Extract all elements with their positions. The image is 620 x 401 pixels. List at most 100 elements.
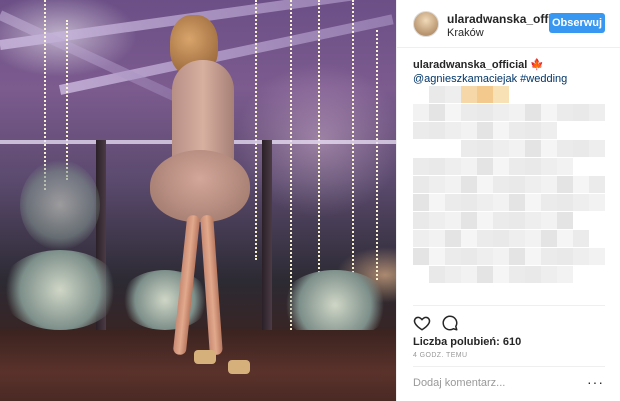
- woman-shoe: [194, 350, 216, 364]
- pixel-block: [477, 230, 493, 247]
- pixel-block: [509, 158, 525, 175]
- pixelated-comments: [413, 86, 605, 284]
- follow-button[interactable]: Obserwuj: [549, 13, 605, 33]
- pixel-block: [493, 104, 509, 121]
- pixel-block: [493, 176, 509, 193]
- pixel-block: [493, 140, 509, 157]
- pixel-block: [493, 86, 509, 103]
- string-lights: [376, 30, 380, 280]
- pixel-block: [525, 158, 541, 175]
- wooden-floor: [0, 330, 396, 401]
- pixel-block: [429, 122, 445, 139]
- heart-outline-icon[interactable]: [413, 314, 431, 332]
- string-lights: [255, 0, 259, 260]
- pixel-block: [493, 266, 509, 283]
- pixel-block: [541, 194, 557, 211]
- pixel-block: [557, 158, 573, 175]
- pixel-block: [429, 212, 445, 229]
- pixel-block: [573, 230, 589, 247]
- pixel-block: [525, 194, 541, 211]
- likes-count[interactable]: Liczba polubień: 610: [413, 336, 521, 348]
- pixel-block: [477, 140, 493, 157]
- pixel-block: [573, 176, 589, 193]
- pixel-block: [461, 86, 477, 103]
- pixel-block: [413, 194, 429, 211]
- pixel-block: [509, 266, 525, 283]
- divider: [413, 305, 605, 306]
- pixel-block: [413, 104, 429, 121]
- pixel-block: [461, 176, 477, 193]
- pixel-block: [573, 194, 589, 211]
- pixel-block: [557, 212, 573, 229]
- pixel-block: [413, 158, 429, 175]
- pixel-block: [525, 266, 541, 283]
- caption-hashtag[interactable]: #wedding: [520, 73, 567, 85]
- ellipsis-icon[interactable]: ···: [587, 375, 604, 389]
- post-photo[interactable]: [0, 0, 396, 401]
- pixel-block: [541, 212, 557, 229]
- pixel-block: [477, 266, 493, 283]
- pixel-block: [525, 212, 541, 229]
- pixel-block: [509, 230, 525, 247]
- pixel-block: [493, 230, 509, 247]
- caption-username[interactable]: ularadwanska_official: [413, 59, 527, 71]
- pixel-block: [429, 176, 445, 193]
- pixel-block: [413, 122, 429, 139]
- pixel-block: [589, 194, 605, 211]
- pixel-block: [557, 140, 573, 157]
- pixel-block: [557, 266, 573, 283]
- pixel-block: [413, 230, 429, 247]
- caption-emoji: 🍁: [530, 59, 545, 71]
- pixel-block: [557, 176, 573, 193]
- pixel-block: [493, 122, 509, 139]
- pixel-block: [461, 266, 477, 283]
- post-header: ularadwanska_offic Kraków Obserwuj: [397, 0, 620, 48]
- pixel-block: [541, 104, 557, 121]
- pixel-block: [445, 86, 461, 103]
- flower-arrangement: [120, 270, 210, 330]
- pixel-block: [525, 230, 541, 247]
- pixel-block: [493, 158, 509, 175]
- pixel-block: [525, 140, 541, 157]
- pixel-block: [509, 194, 525, 211]
- post-location[interactable]: Kraków: [447, 27, 484, 39]
- pixel-block: [445, 122, 461, 139]
- post-actions: [413, 314, 459, 332]
- pixel-block: [525, 176, 541, 193]
- pixel-block: [461, 158, 477, 175]
- pixel-block: [557, 230, 573, 247]
- pixel-block: [413, 248, 429, 265]
- greenery: [20, 160, 100, 250]
- comment-input[interactable]: Dodaj komentarz...: [413, 377, 505, 389]
- pixel-block: [509, 140, 525, 157]
- avatar[interactable]: [413, 11, 439, 37]
- pixel-block: [461, 122, 477, 139]
- pixel-block: [445, 104, 461, 121]
- speech-bubble-icon[interactable]: [441, 314, 459, 332]
- woman-shoe: [228, 360, 250, 374]
- post-sidebar: ularadwanska_offic Kraków Obserwuj ulara…: [396, 0, 620, 401]
- pixel-block: [573, 140, 589, 157]
- pixel-block: [509, 122, 525, 139]
- pixel-block: [525, 122, 541, 139]
- caption-mention[interactable]: @agnieszkamaciejak: [413, 73, 517, 85]
- instagram-post: ularadwanska_offic Kraków Obserwuj ulara…: [0, 0, 620, 401]
- author-username[interactable]: ularadwanska_offic: [447, 12, 558, 26]
- pixel-block: [413, 212, 429, 229]
- pixel-block: [573, 248, 589, 265]
- flower-arrangement: [0, 250, 120, 330]
- pixel-block: [445, 158, 461, 175]
- pixel-block: [589, 140, 605, 157]
- pixel-block: [429, 194, 445, 211]
- pixel-block: [557, 248, 573, 265]
- pixel-block: [557, 104, 573, 121]
- pixel-block: [445, 230, 461, 247]
- pixel-block: [461, 140, 477, 157]
- pixel-block: [413, 176, 429, 193]
- pixel-block: [429, 104, 445, 121]
- railing-post: [262, 140, 272, 340]
- pixel-block: [477, 248, 493, 265]
- pixel-block: [429, 86, 445, 103]
- pixel-block: [461, 230, 477, 247]
- pixel-block: [589, 176, 605, 193]
